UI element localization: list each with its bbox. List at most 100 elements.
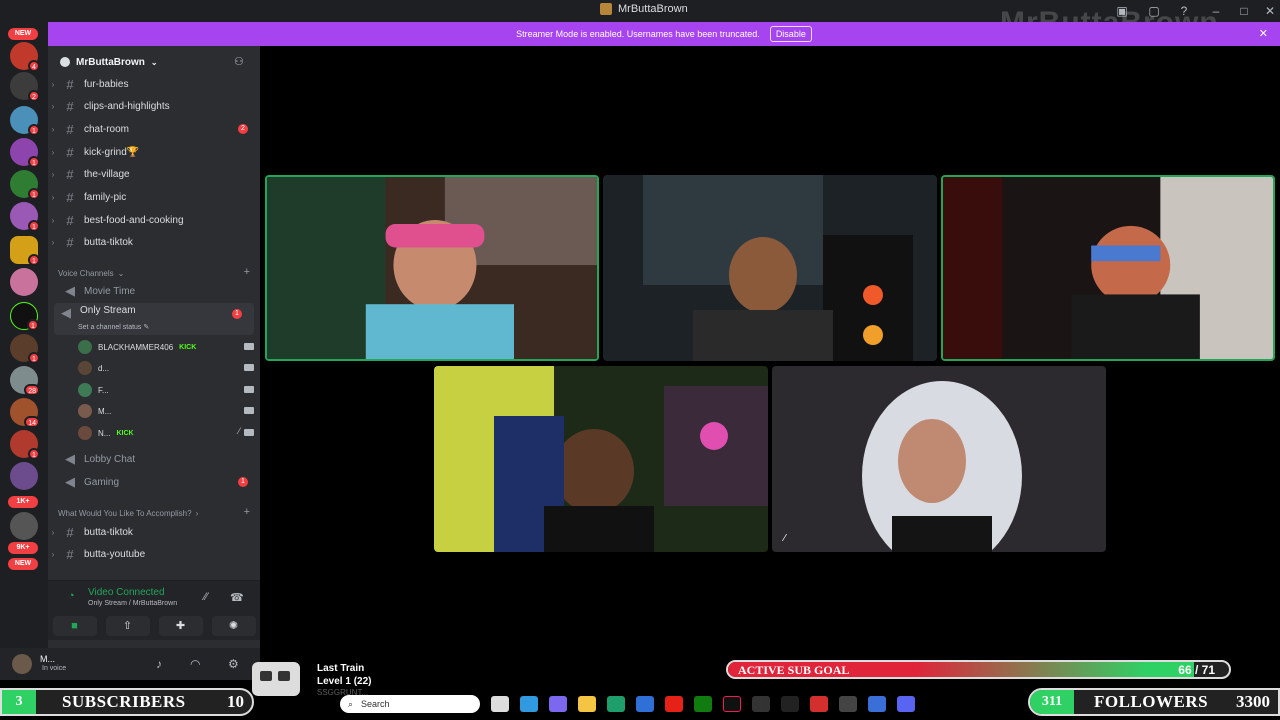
channel-butta-tiktok[interactable]: › # butta-tiktok xyxy=(48,231,260,253)
user-name: M... xyxy=(40,654,55,664)
add-member-icon[interactable]: ⚇ xyxy=(234,55,246,68)
new-tag: NEW xyxy=(8,558,38,570)
voice-channel-gaming[interactable]: ◀ Gaming 1 xyxy=(48,471,260,493)
add-channel-icon[interactable]: + xyxy=(244,506,250,518)
voice-member[interactable]: N... KICK ⁄ xyxy=(78,423,254,443)
camera-icon xyxy=(244,407,254,414)
channel-butta-tiktok-2[interactable]: › # butta-tiktok xyxy=(48,521,260,543)
server-icon[interactable]: 1 xyxy=(10,138,40,168)
hash-icon: # xyxy=(66,98,74,114)
copilot-icon[interactable] xyxy=(520,696,538,712)
edge-icon[interactable] xyxy=(607,696,625,712)
obs-icon[interactable] xyxy=(810,696,828,712)
server-icon[interactable]: 2 xyxy=(10,72,40,102)
mic-icon[interactable]: ♪ xyxy=(156,657,162,671)
speaker-icon: ◀ xyxy=(65,283,75,298)
video-tile[interactable] xyxy=(434,366,768,552)
server-header[interactable]: MrButtaBrown ⌄ xyxy=(48,50,260,74)
server-icon[interactable]: 1 xyxy=(10,202,40,232)
hash-icon: # xyxy=(66,546,74,562)
muted-mic-icon: ⁄ xyxy=(238,426,240,436)
app-icon[interactable] xyxy=(868,696,886,712)
channel-clips-and-highlights[interactable]: › # clips-and-highlights xyxy=(48,95,260,117)
app-icon[interactable] xyxy=(752,696,770,712)
chevron-right-icon: › xyxy=(51,549,55,559)
channel-chat-room[interactable]: › # chat-room 2 xyxy=(48,118,260,140)
server-icon[interactable]: 28 xyxy=(10,366,40,396)
category-voice-channels[interactable]: Voice Channels ⌄ + xyxy=(58,265,258,281)
channel-butta-youtube[interactable]: › # butta-youtube xyxy=(48,543,260,565)
kick-server-icon[interactable]: 1 xyxy=(10,302,39,331)
server-icon[interactable]: 1 xyxy=(10,334,40,364)
voice-member[interactable]: F... xyxy=(78,380,254,400)
server-icon[interactable]: 4 xyxy=(10,42,40,72)
disable-button[interactable]: Disable xyxy=(769,26,812,42)
subscribers-goal: 10 xyxy=(227,692,244,711)
close-window-icon[interactable]: ✕ xyxy=(1262,3,1278,19)
category-accomplish[interactable]: What Would You Like To Accomplish? › + xyxy=(58,505,258,521)
voice-member[interactable]: M... xyxy=(78,401,254,421)
channel-fur-babies[interactable]: › # fur-babies xyxy=(48,73,260,95)
headphones-icon[interactable]: ◠ xyxy=(190,657,200,671)
add-channel-icon[interactable]: + xyxy=(244,266,250,278)
app-icon[interactable] xyxy=(781,696,799,712)
avatar[interactable] xyxy=(12,654,32,674)
xbox-icon[interactable] xyxy=(694,696,712,712)
server-icon[interactable] xyxy=(10,268,38,296)
server-icon[interactable] xyxy=(10,462,38,490)
maximize-icon[interactable]: □ xyxy=(1236,3,1252,19)
voice-channel-movie-time[interactable]: ◀ Movie Time xyxy=(48,280,260,302)
channel-family-pic[interactable]: › # family-pic xyxy=(48,186,260,208)
server-icon[interactable] xyxy=(10,512,38,540)
screen-icon[interactable]: ▢ xyxy=(1146,3,1162,19)
subscribers-counter: 3 SUBSCRIBERS 10 xyxy=(0,688,254,716)
video-tile[interactable]: ⁄ xyxy=(772,366,1106,552)
store-icon[interactable] xyxy=(636,696,654,712)
task-view-icon[interactable] xyxy=(491,696,509,712)
sub-goal-value: 66 / 71 xyxy=(1178,663,1215,677)
video-tile[interactable] xyxy=(265,175,599,361)
hash-icon: # xyxy=(66,234,74,250)
taskbar-search[interactable]: ⌕ Search xyxy=(340,695,480,713)
server-icon[interactable]: 14 xyxy=(10,398,40,428)
youtube-icon[interactable] xyxy=(665,696,683,712)
server-icon[interactable]: 1 xyxy=(10,106,40,136)
file-explorer-icon[interactable] xyxy=(578,696,596,712)
minimize-icon[interactable]: – xyxy=(1208,3,1224,19)
unread-badge: 2 xyxy=(238,124,248,134)
server-icon[interactable]: 1 xyxy=(10,170,40,200)
window-title: MrButtaBrown xyxy=(600,3,688,15)
discord-icon[interactable] xyxy=(897,696,915,712)
voice-member[interactable]: BLACKHAMMER406 KICK xyxy=(78,337,254,357)
activities-button[interactable]: ✚ xyxy=(158,616,203,636)
video-tile[interactable] xyxy=(941,175,1275,361)
teams-icon[interactable] xyxy=(549,696,567,712)
unread-badge: 1 xyxy=(238,477,248,487)
noise-suppression-icon[interactable]: ⁄⁄ xyxy=(204,591,208,603)
channel-best-food-and-cooking[interactable]: › # best-food-and-cooking xyxy=(48,209,260,231)
video-tile[interactable] xyxy=(603,175,937,361)
soundboard-button[interactable]: ✺ xyxy=(211,616,256,636)
channel-kick-grind[interactable]: › # kick-grind🏆 xyxy=(48,141,260,163)
voice-channel-lobby-chat[interactable]: ◀ Lobby Chat xyxy=(48,448,260,470)
channel-status[interactable]: Set a channel status ✎ xyxy=(78,323,149,331)
tiktok-icon[interactable] xyxy=(723,696,741,712)
followers-count: 311 xyxy=(1030,690,1074,714)
voice-location[interactable]: Only Stream / MrButtaBrown xyxy=(88,600,177,607)
inbox-icon[interactable]: ▣ xyxy=(1114,3,1130,19)
unread-badge: 1 xyxy=(232,309,242,319)
help-icon[interactable]: ? xyxy=(1176,3,1192,19)
voice-member[interactable]: d... xyxy=(78,358,254,378)
screen-share-button[interactable]: ⇧ xyxy=(105,616,150,636)
video-stage: ⁄ xyxy=(260,46,1280,656)
camera-button[interactable]: ■ xyxy=(52,616,97,636)
channel-the-village[interactable]: › # the-village xyxy=(48,163,260,185)
server-icon[interactable]: 1 xyxy=(10,236,40,266)
server-icon[interactable]: 1 xyxy=(10,430,40,460)
app-icon[interactable] xyxy=(839,696,857,712)
disconnect-icon[interactable]: ☎ xyxy=(230,591,244,604)
camera-icon xyxy=(244,386,254,393)
settings-gear-icon[interactable]: ⚙ xyxy=(228,657,239,671)
close-icon[interactable]: ✕ xyxy=(1259,27,1268,40)
song-level: Level 1 (22) xyxy=(317,676,372,687)
